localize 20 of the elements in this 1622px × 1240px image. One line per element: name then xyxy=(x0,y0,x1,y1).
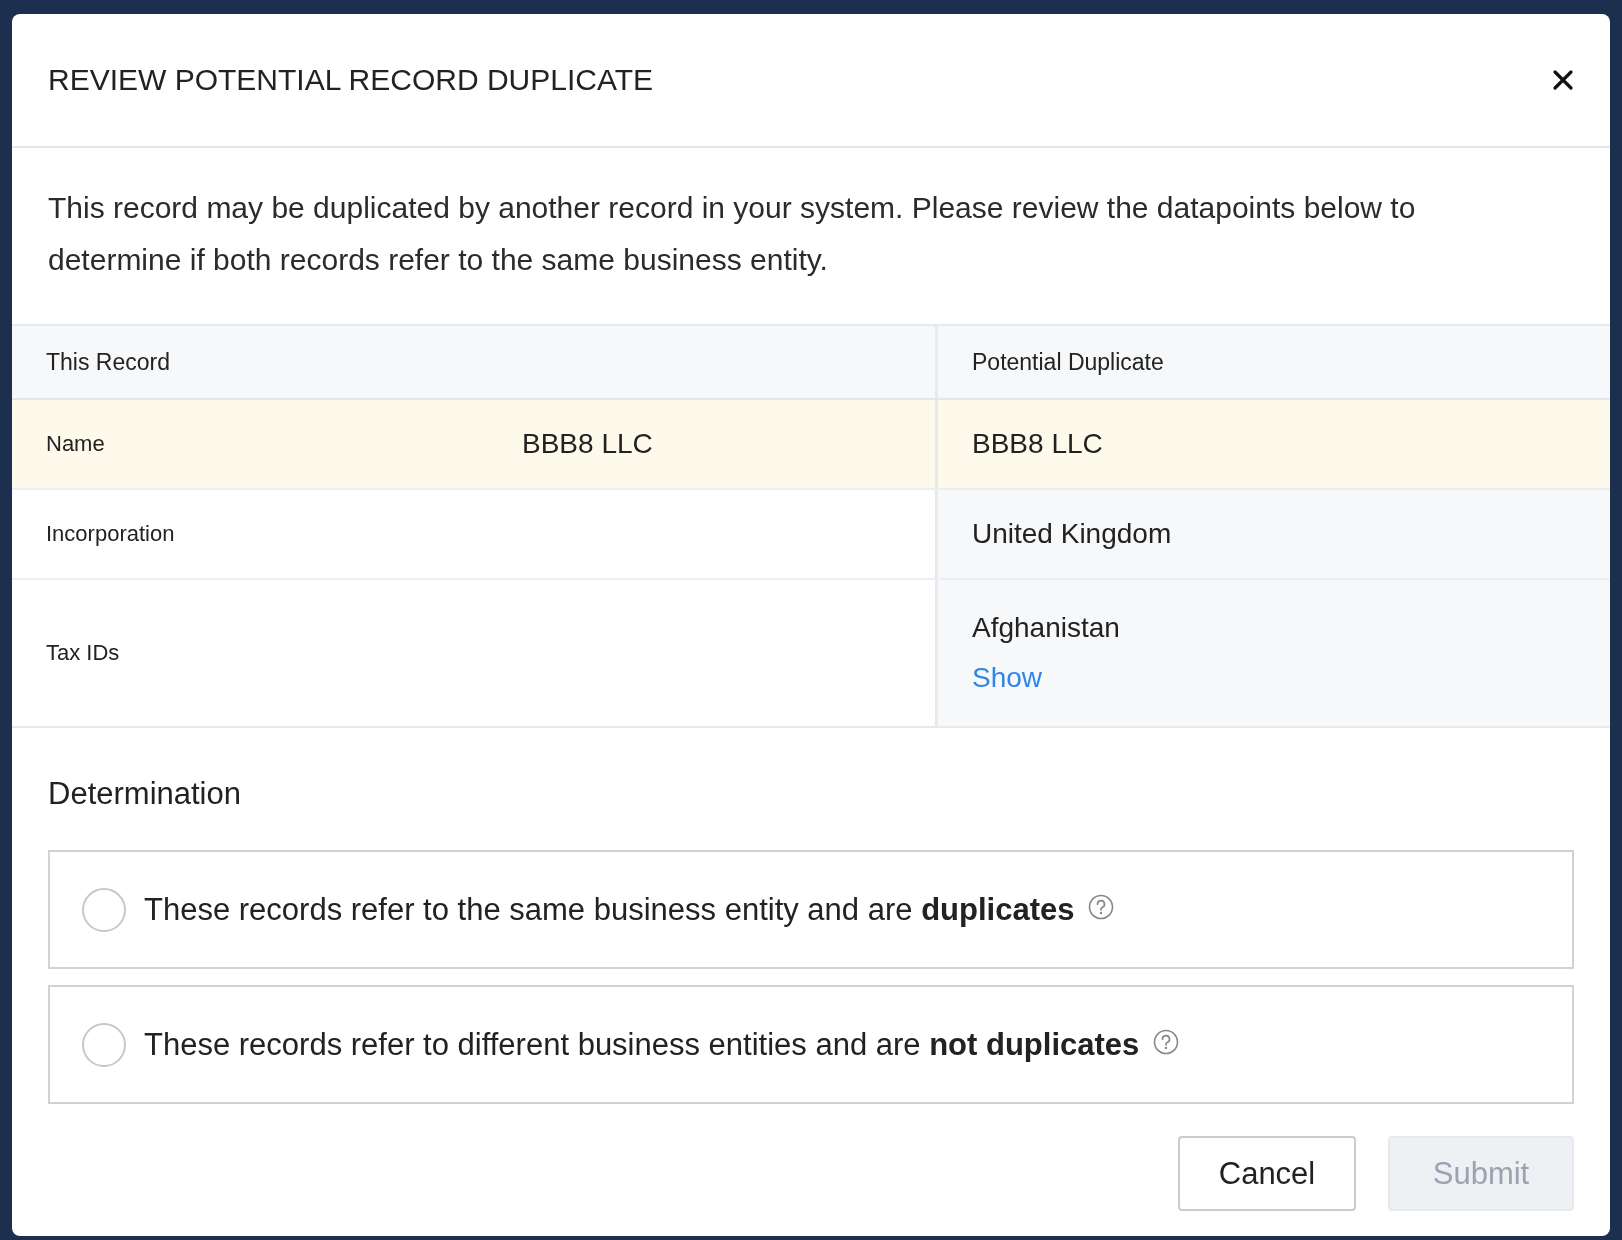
help-icon[interactable] xyxy=(1088,893,1115,920)
radio-button[interactable] xyxy=(82,887,126,932)
option-label: These records refer to the same business entity and are duplicates xyxy=(144,891,1075,928)
radio-button[interactable] xyxy=(82,1022,126,1067)
radio-option[interactable]: These records refer to the same business entity and are duplicates xyxy=(48,850,1574,969)
description-text: This record may be duplicated by another record in your system. Please review the datapoints below to determine if both records refer to the same business entity. xyxy=(47,190,1417,278)
dialog-title: REVIEW POTENTIAL RECORD DUPLICATE xyxy=(48,63,654,97)
section-heading: Determination xyxy=(48,776,242,812)
help-icon[interactable] xyxy=(1153,1028,1180,1055)
option-label: These records refer to different business entities and are not duplicates xyxy=(144,1026,1140,1063)
row-label: Tax IDs xyxy=(46,640,121,666)
radio-option[interactable]: These records refer to different business entities and are not duplicates xyxy=(48,985,1574,1104)
table-cell: BBB8 LLC xyxy=(522,428,653,460)
table-cell: Afghanistan xyxy=(972,612,1120,644)
table-cell: BBB8 LLC xyxy=(972,428,1103,460)
table-cell: United Kingdom xyxy=(972,518,1172,550)
cancel-button[interactable]: Cancel xyxy=(1178,1136,1356,1211)
row-label: Incorporation xyxy=(46,521,176,547)
row-label: Name xyxy=(46,431,106,457)
close-icon xyxy=(1552,69,1574,91)
